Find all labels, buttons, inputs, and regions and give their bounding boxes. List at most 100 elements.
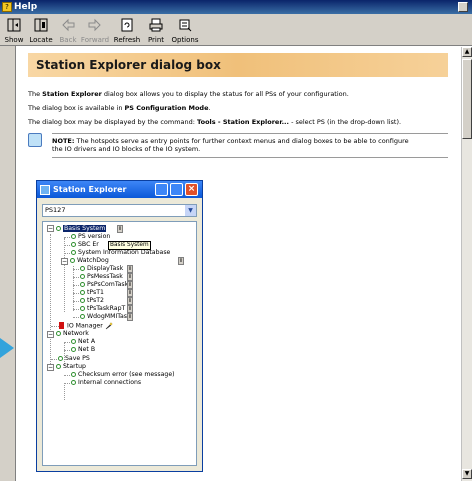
info-icon[interactable]: i: [117, 225, 123, 233]
forward-button[interactable]: Forward: [80, 15, 110, 45]
tree-node-network[interactable]: Network: [56, 330, 89, 338]
show-label: Show: [4, 36, 24, 44]
pointer-arrow-icon: [0, 338, 14, 358]
tree-line: [64, 350, 70, 351]
back-label: Back: [59, 36, 77, 44]
info-icon[interactable]: i: [178, 257, 184, 265]
dialog-title: Station Explorer: [53, 185, 127, 194]
info-icon[interactable]: i: [127, 281, 133, 289]
tree-node-net-b[interactable]: Net B: [71, 346, 95, 354]
tree-node-startup[interactable]: Startup: [56, 363, 86, 371]
tree-node-tps-task-rap-t[interactable]: tPsTaskRapT: [80, 305, 125, 313]
scroll-up-icon[interactable]: ▲: [462, 47, 472, 57]
info-icon[interactable]: i: [127, 297, 133, 305]
network-label: Network: [63, 330, 89, 337]
tree-line: [50, 234, 51, 368]
show-icon: [7, 18, 21, 32]
tree-node-ps-version[interactable]: PS version: [71, 233, 110, 241]
navigation-pane[interactable]: [0, 46, 16, 481]
note-divider-top: [52, 133, 448, 134]
locate-label: Locate: [29, 36, 53, 44]
station-tree: − Basis System i PS version SBC Erck Bas…: [42, 221, 197, 466]
tree-node-wdog-mmi-task[interactable]: WdogMMITask: [80, 313, 131, 321]
tree-node-tps-t2[interactable]: tPsT2: [80, 297, 104, 305]
tree-node-system-info-db[interactable]: System Information Database: [71, 249, 170, 257]
tree-node-tps-t1[interactable]: tPsT1: [80, 289, 104, 297]
wdog-mmi-task-label: WdogMMITask: [87, 313, 131, 320]
para3-text-c: - select PS (in the drop-down list).: [289, 118, 402, 126]
tree-node-display-task[interactable]: DisplayTask: [80, 265, 123, 273]
note-bold: NOTE:: [52, 137, 75, 145]
tree-line: [51, 326, 59, 327]
startup-expander[interactable]: −: [47, 364, 54, 371]
back-button[interactable]: Back: [57, 15, 79, 45]
para1-bold: Station Explorer: [42, 90, 102, 98]
options-button[interactable]: Options: [170, 15, 200, 45]
tree-line: [73, 266, 74, 311]
dialog-close-button[interactable]: ×: [185, 183, 198, 196]
content-scrollbar[interactable]: ▲ ▼: [461, 47, 472, 481]
info-icon[interactable]: i: [127, 265, 133, 273]
network-expander[interactable]: −: [47, 331, 54, 338]
note-icon: [28, 133, 42, 147]
tree-node-internal-connections[interactable]: Internal connections: [71, 379, 141, 387]
info-icon[interactable]: i: [127, 305, 133, 313]
dialog-maximize-button[interactable]: [170, 183, 183, 196]
options-label: Options: [171, 36, 199, 44]
tree-node-ps-ps-com-task[interactable]: PsPsComTask: [80, 281, 128, 289]
note-line2: the IO drivers and IO blocks of the IO s…: [52, 145, 201, 153]
tree-line: [73, 317, 79, 318]
chevron-down-icon[interactable]: ▼: [185, 205, 196, 216]
tree-line: [64, 375, 70, 376]
io-manager-label: IO Manager: [67, 322, 103, 330]
para2-text-a: The dialog box is available in: [28, 104, 125, 112]
station-explorer-dialog: Station Explorer × PS127 ▼ − Basis Syste…: [36, 180, 203, 472]
tree-node-ps-mess-task[interactable]: PsMessTask: [80, 273, 123, 281]
tree-node-basis-system[interactable]: Basis System: [56, 225, 107, 233]
para3-bold: Tools - Station Explorer...: [197, 118, 289, 126]
help-app-icon: ?: [2, 2, 12, 12]
note-text: NOTE: The hotspots serve as entry points…: [52, 137, 409, 153]
para2-text-c: .: [208, 104, 211, 112]
tree-line: [64, 237, 70, 238]
info-icon[interactable]: i: [127, 273, 133, 281]
options-icon: [179, 19, 192, 32]
net-a-label: Net A: [78, 338, 96, 345]
tree-line: [73, 301, 79, 302]
watchdog-expander[interactable]: −: [61, 258, 68, 265]
tree-node-net-a[interactable]: Net A: [71, 338, 95, 346]
tree-line: [73, 293, 79, 294]
show-button[interactable]: Show: [2, 15, 26, 45]
system-info-db-label: System Information Database: [78, 249, 171, 256]
info-icon[interactable]: i: [127, 313, 133, 321]
basis-system-label: Basis System: [63, 225, 107, 232]
window-title: Help: [14, 2, 38, 12]
print-button[interactable]: Print: [145, 15, 167, 45]
ps-version-label: PS version: [78, 233, 111, 240]
scroll-thumb[interactable]: [462, 59, 472, 139]
paragraph-3: The dialog box may be displayed by the c…: [28, 118, 458, 126]
scroll-down-icon[interactable]: ▼: [462, 469, 472, 479]
paragraph-2: The dialog box is available in PS Config…: [28, 104, 458, 112]
display-task-label: DisplayTask: [87, 265, 124, 272]
tree-node-checksum-error[interactable]: Checksum error (see message): [71, 371, 175, 379]
printer-icon: [149, 18, 163, 32]
ps-select[interactable]: PS127 ▼: [42, 204, 197, 217]
tree-node-save-ps[interactable]: Save PS: [58, 355, 90, 363]
locate-button[interactable]: Locate: [28, 15, 54, 45]
minimize-button[interactable]: [458, 2, 468, 12]
startup-label: Startup: [63, 363, 86, 370]
wrench-icon[interactable]: [105, 322, 113, 330]
refresh-label: Refresh: [113, 36, 141, 44]
locate-icon: [34, 18, 48, 32]
refresh-button[interactable]: Refresh: [112, 15, 142, 45]
basis-system-expander[interactable]: −: [47, 225, 54, 232]
dialog-minimize-button[interactable]: [155, 183, 168, 196]
ps-ps-com-task-label: PsPsComTask: [87, 281, 129, 288]
tree-line: [51, 359, 57, 360]
note-divider-bottom: [52, 157, 448, 158]
info-icon[interactable]: i: [127, 289, 133, 297]
paragraph-1: The Station Explorer dialog box allows y…: [28, 90, 458, 98]
para1-text-c: dialog box allows you to display the sta…: [101, 90, 349, 98]
tree-node-watchdog[interactable]: WatchDog: [70, 257, 109, 265]
